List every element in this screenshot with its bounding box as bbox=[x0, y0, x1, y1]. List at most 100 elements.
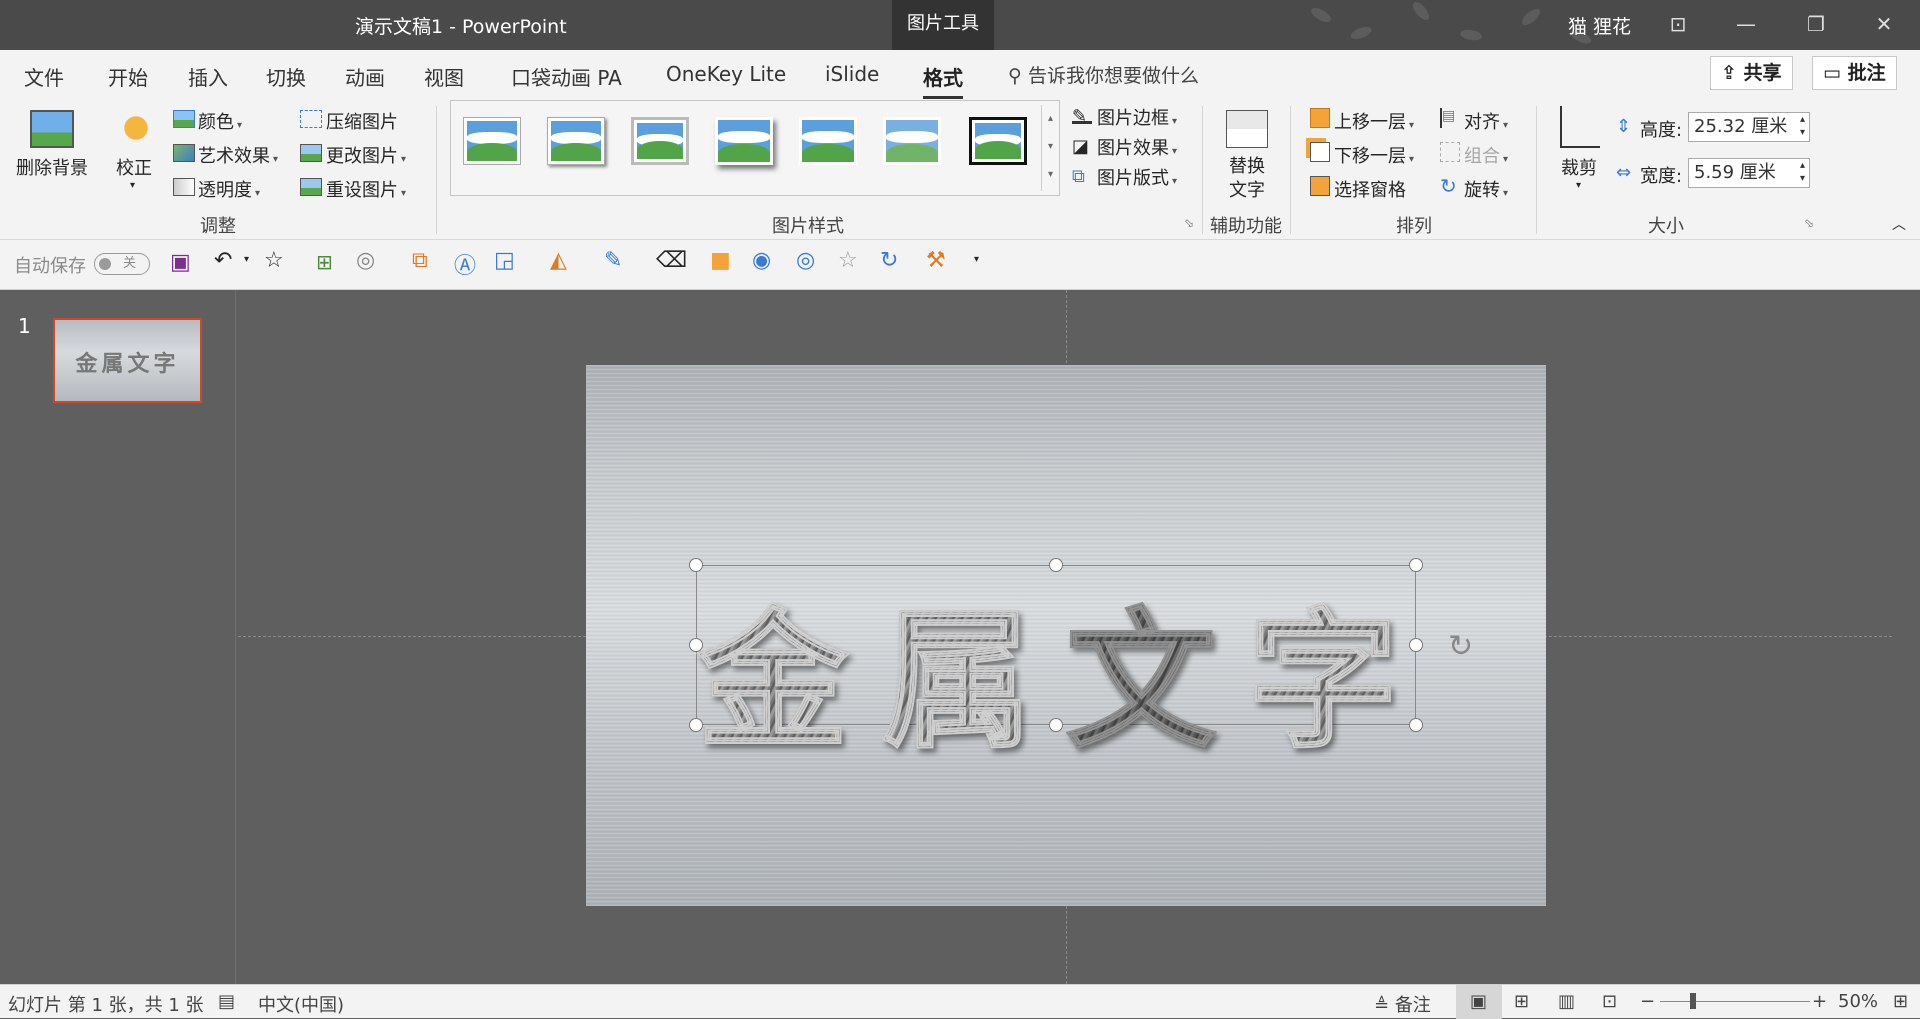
undo-icon[interactable]: ↶ bbox=[214, 248, 232, 273]
text-box-icon[interactable]: Ⓐ bbox=[454, 248, 476, 280]
group-button[interactable]: 组合 ▾ bbox=[1464, 142, 1508, 168]
restore-icon[interactable]: ❐ bbox=[1796, 8, 1836, 40]
zoom-in-icon[interactable]: + bbox=[1812, 991, 1827, 1012]
transparency-button[interactable]: 透明度 ▾ bbox=[198, 176, 260, 202]
tell-me-search[interactable]: ⚲ 告诉我你想要做什么 bbox=[1008, 61, 1199, 88]
picture-style-2[interactable] bbox=[547, 117, 605, 165]
width-input[interactable]: 5.59 厘米 ▴ ▾ bbox=[1688, 158, 1810, 188]
zoom-out-icon[interactable]: − bbox=[1640, 991, 1655, 1012]
crop-caret-icon[interactable]: ▾ bbox=[1576, 180, 1581, 191]
star-outline-icon[interactable]: ☆ bbox=[838, 248, 858, 273]
corrections-icon[interactable] bbox=[118, 110, 154, 146]
tab-transitions[interactable]: 切换 bbox=[266, 62, 306, 91]
tab-pocket-animation[interactable]: 口袋动画 PA bbox=[511, 62, 622, 91]
normal-view-button[interactable]: ▣ bbox=[1456, 985, 1502, 1019]
send-backward-button[interactable]: 下移一层 ▾ bbox=[1334, 142, 1414, 168]
zoom-slider[interactable] bbox=[1660, 1001, 1810, 1002]
notes-button[interactable]: ≜ 备注 bbox=[1374, 991, 1431, 1017]
share-button[interactable]: ⇪ 共享 bbox=[1710, 56, 1793, 90]
tab-view[interactable]: 视图 bbox=[424, 62, 464, 91]
corrections-button[interactable]: 校正 bbox=[116, 154, 152, 180]
picture-layout-button[interactable]: 图片版式 ▾ bbox=[1097, 164, 1177, 190]
tab-home[interactable]: 开始 bbox=[108, 62, 148, 91]
tab-format[interactable]: 格式 bbox=[923, 62, 963, 99]
eraser-icon[interactable]: ⌫ bbox=[656, 248, 687, 273]
ribbon-display-icon[interactable]: ⊡ bbox=[1658, 8, 1698, 40]
corrections-caret-icon[interactable]: ▾ bbox=[130, 180, 135, 191]
selection-pane-button[interactable]: 选择窗格 bbox=[1334, 176, 1406, 202]
select-icon[interactable]: ⧉ bbox=[412, 248, 428, 273]
slideshow-icon[interactable]: ⊡ bbox=[1602, 991, 1617, 1012]
compress-pictures-button[interactable]: 压缩图片 bbox=[326, 108, 398, 134]
outline-color-icon[interactable]: ✎ bbox=[604, 248, 622, 273]
rotate-button[interactable]: 旋转 ▾ bbox=[1464, 176, 1508, 202]
refresh-icon[interactable]: ↻ bbox=[880, 248, 898, 273]
collapse-ribbon-icon[interactable]: ︿ bbox=[1892, 214, 1906, 234]
zoom-level[interactable]: 50% bbox=[1838, 991, 1878, 1012]
circle-icon[interactable]: ◉ bbox=[752, 248, 771, 273]
resize-handle-bottom-left[interactable] bbox=[689, 718, 703, 732]
tab-islide[interactable]: iSlide bbox=[825, 62, 879, 86]
resize-handle-right[interactable] bbox=[1409, 638, 1423, 652]
align-button[interactable]: 对齐 ▾ bbox=[1464, 108, 1508, 134]
reset-picture-button[interactable]: 重设图片 ▾ bbox=[326, 176, 406, 202]
picture-style-5[interactable] bbox=[799, 117, 857, 165]
shape-fill-icon[interactable]: ■ bbox=[710, 248, 731, 273]
gallery-scroll[interactable]: ▴ ▾ ▾ bbox=[1041, 105, 1059, 191]
size-dialog-launcher-icon[interactable]: ⬂ bbox=[1804, 216, 1814, 230]
save-icon[interactable]: ▣ bbox=[170, 250, 191, 275]
color-button[interactable]: 颜色 ▾ bbox=[198, 108, 242, 134]
rotate-handle-icon[interactable]: ↻ bbox=[1448, 629, 1473, 664]
fill-color-icon[interactable]: ◭ bbox=[550, 248, 567, 273]
format-painter-icon[interactable]: ⚒ bbox=[926, 248, 946, 273]
height-spinner-icon[interactable]: ▴ ▾ bbox=[1800, 113, 1805, 139]
slide-sorter-icon[interactable]: ⊞ bbox=[1514, 991, 1529, 1012]
resize-handle-top-left[interactable] bbox=[689, 558, 703, 572]
slide-thumbnail[interactable]: 金属文字 bbox=[53, 318, 202, 403]
height-input[interactable]: 25.32 厘米 ▴ ▾ bbox=[1688, 112, 1810, 142]
customize-qat-icon[interactable]: ▾ bbox=[974, 254, 979, 265]
zoom-slider-thumb[interactable] bbox=[1690, 993, 1696, 1009]
change-picture-button[interactable]: 更改图片 ▾ bbox=[326, 142, 406, 168]
autosave-toggle[interactable]: 关 bbox=[94, 253, 150, 275]
crop-icon[interactable] bbox=[1560, 106, 1600, 148]
alt-text-icon[interactable] bbox=[1226, 110, 1268, 148]
alt-text-button-line2[interactable]: 文字 bbox=[1229, 176, 1265, 202]
picture-style-7[interactable] bbox=[969, 117, 1027, 165]
dialog-launcher-icon[interactable]: ⬂ bbox=[1184, 216, 1194, 230]
spell-check-icon[interactable]: ▤ bbox=[218, 991, 235, 1012]
remove-background-button[interactable]: 删除背景 bbox=[16, 154, 88, 180]
resize-handle-bottom-right[interactable] bbox=[1409, 718, 1423, 732]
resize-handle-bottom[interactable] bbox=[1049, 718, 1063, 732]
resize-handle-top[interactable] bbox=[1049, 558, 1063, 572]
reading-view-icon[interactable]: ▥ bbox=[1558, 991, 1575, 1012]
picture-effects-button[interactable]: 图片效果 ▾ bbox=[1097, 134, 1177, 160]
user-name[interactable]: 猫 狸花 bbox=[1568, 12, 1631, 39]
tab-onekey-lite[interactable]: OneKey Lite bbox=[666, 62, 786, 86]
resize-handle-top-right[interactable] bbox=[1409, 558, 1423, 572]
artistic-effects-button[interactable]: 艺术效果 ▾ bbox=[198, 142, 278, 168]
resize-handle-left[interactable] bbox=[689, 638, 703, 652]
tab-animations[interactable]: 动画 bbox=[345, 62, 385, 91]
picture-style-4[interactable] bbox=[715, 117, 773, 165]
picture-style-3[interactable] bbox=[631, 117, 689, 165]
crop-button[interactable]: 裁剪 bbox=[1561, 154, 1597, 180]
star-shape-icon[interactable]: ☆ bbox=[264, 248, 284, 273]
minimize-icon[interactable]: — bbox=[1726, 8, 1766, 40]
picture-style-1[interactable] bbox=[463, 117, 521, 165]
alt-text-button-line1[interactable]: 替换 bbox=[1229, 152, 1265, 178]
picture-style-6[interactable] bbox=[883, 117, 941, 165]
close-icon[interactable]: ✕ bbox=[1864, 8, 1904, 40]
remove-background-icon[interactable] bbox=[30, 110, 74, 148]
picture-border-button[interactable]: 图片边框 ▾ bbox=[1097, 104, 1177, 130]
tab-insert[interactable]: 插入 bbox=[188, 62, 228, 91]
comments-button[interactable]: ▭ 批注 bbox=[1812, 56, 1897, 90]
tab-file[interactable]: 文件 bbox=[24, 62, 64, 91]
merge-shapes-icon[interactable]: ◎ bbox=[356, 248, 375, 273]
shapes-icon[interactable]: ◲ bbox=[494, 248, 515, 273]
slide-canvas[interactable]: 金 属 文 字 ↻ bbox=[586, 365, 1546, 906]
language-indicator[interactable]: 中文(中国) bbox=[258, 991, 344, 1017]
width-spinner-icon[interactable]: ▴ ▾ bbox=[1800, 159, 1805, 185]
bring-forward-button[interactable]: 上移一层 ▾ bbox=[1334, 108, 1414, 134]
fit-to-window-icon[interactable]: ⊞ bbox=[1893, 991, 1908, 1012]
